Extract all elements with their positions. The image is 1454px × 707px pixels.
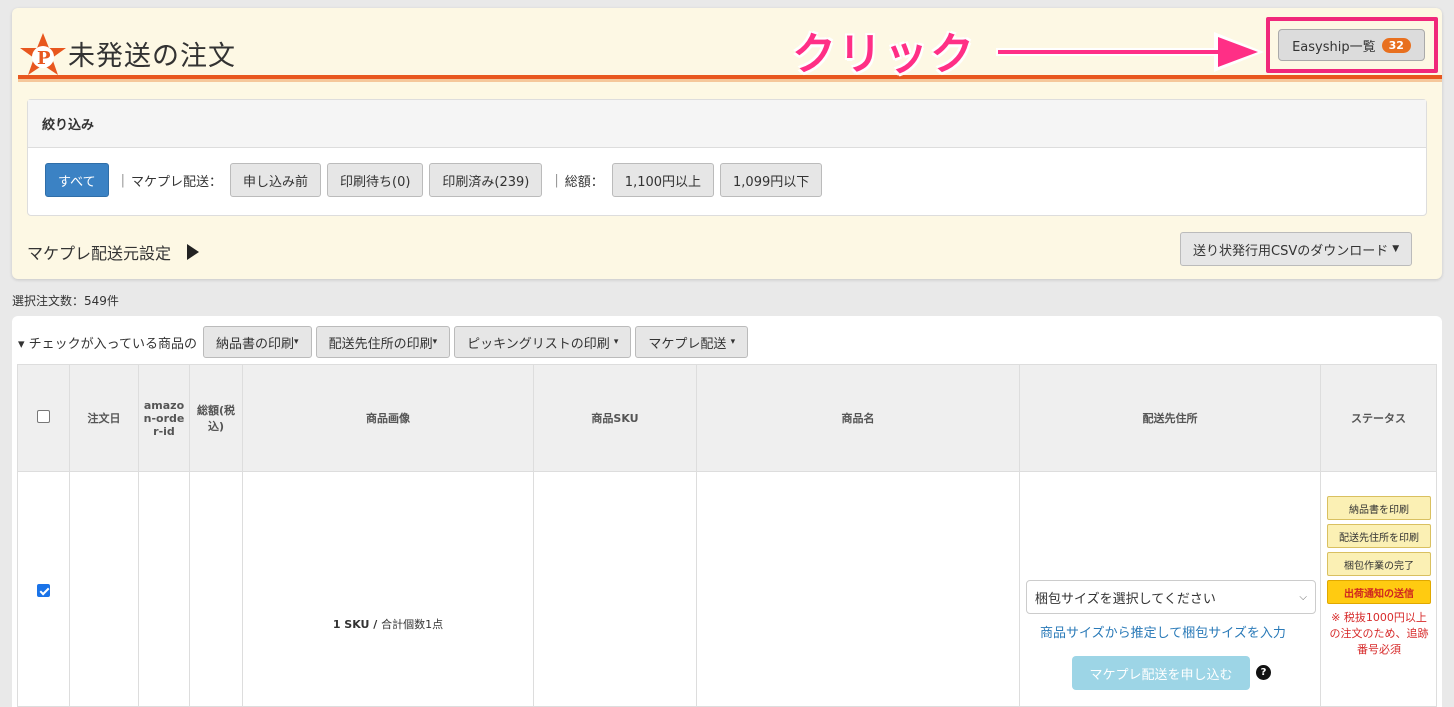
select-all-cell [17, 364, 70, 472]
table-header-row: 注文日 amazon-order-id 総額(税込) 商品画像 商品SKU 商品… [17, 364, 1437, 472]
page-title: 未発送の注文 [68, 41, 236, 72]
easyship-highlight-frame: Easyship一覧 32 [1266, 17, 1438, 73]
product-image-cell: 1 SKU / 合計個数1点 [242, 471, 534, 707]
makepre-origin-label: マケプレ配送元設定 [27, 244, 172, 263]
total-filter-label: 総額： [564, 174, 604, 190]
filter-all-button[interactable]: すべて [45, 163, 109, 197]
filter-before-apply-button[interactable]: 申し込み前 [229, 163, 321, 197]
help-icon[interactable]: ? [1256, 665, 1271, 680]
print-address-button[interactable]: 配送先住所を印刷 [1327, 524, 1431, 548]
print-address-dropdown[interactable]: 配送先住所の印刷 ▾ [315, 326, 451, 358]
filter-row: すべて | マケプレ配送： 申し込み前 印刷待ち(0) 印刷済み(239) | … [45, 163, 823, 197]
product-sku-cell [533, 471, 697, 707]
click-callout: クリック [792, 29, 976, 80]
print-picking-list-dropdown[interactable]: ピッキングリストの印刷 ▾ [454, 326, 632, 358]
header-product-image: 商品画像 [242, 364, 534, 472]
shipping-address-cell: 梱包サイズを選択してください ⌵ 商品サイズから推定して梱包サイズを入力 マケプ… [1019, 471, 1321, 707]
title-underline-light [18, 79, 1442, 82]
caret-down-icon: ▼ [1392, 244, 1400, 254]
header-shipping-address: 配送先住所 [1019, 364, 1321, 472]
select-all-checkbox[interactable] [37, 410, 50, 423]
orders-table-panel: ▾ チェックが入っている商品の 納品書の印刷 ▾ 配送先住所の印刷 ▾ ピッキングリ… [12, 316, 1442, 707]
packing-complete-button[interactable]: 梱包作業の完了 [1327, 552, 1431, 576]
arrow-right-icon [996, 32, 1264, 72]
makepre-origin-setting[interactable]: マケプレ配送元設定 [27, 240, 200, 264]
estimate-package-size-link[interactable]: 商品サイズから推定して梱包サイズを入力 [1040, 622, 1286, 641]
caret-down-icon: ▾ [294, 337, 299, 347]
order-date-cell [69, 471, 139, 707]
row-checkbox[interactable] [37, 584, 50, 597]
filter-separator: | [120, 172, 125, 188]
bulk-action-label: ▾ チェックが入っている商品の [18, 336, 198, 352]
send-ship-notice-button[interactable]: 出荷通知の送信 [1327, 580, 1431, 604]
print-invoice-dropdown[interactable]: 納品書の印刷 ▾ [203, 326, 312, 358]
table-row: 1 SKU / 合計個数1点 梱包サイズを選択してください ⌵ 商品サイズから推… [17, 471, 1437, 707]
caret-down-icon: ▾ [730, 337, 736, 347]
print-invoice-button[interactable]: 納品書を印刷 [1327, 496, 1431, 520]
csv-download-label: 送り状発行用CSVのダウンロード [1193, 243, 1389, 259]
easyship-list-label: Easyship一覧 [1292, 39, 1376, 55]
selected-order-count: 選択注文数：549件 [12, 294, 119, 308]
orders-table: 注文日 amazon-order-id 総額(税込) 商品画像 商品SKU 商品… [17, 364, 1437, 707]
filter-under-1099-button[interactable]: 1,099円以下 [720, 163, 823, 197]
makepre-filter-label: マケプレ配送： [130, 174, 222, 190]
apply-makepre-button[interactable]: マケプレ配送を申し込む [1072, 656, 1250, 690]
header-total[interactable]: 総額(税込) [189, 364, 243, 472]
makepre-shipping-dropdown[interactable]: マケプレ配送 ▾ [635, 326, 749, 358]
status-cell: 納品書を印刷 配送先住所を印刷 梱包作業の完了 出荷通知の送信 ※ 税抜1000… [1320, 471, 1437, 707]
chevron-down-icon: ⌵ [1299, 591, 1307, 603]
filter-over-1100-button[interactable]: 1,100円以上 [611, 163, 715, 197]
header-status: ステータス [1320, 364, 1437, 472]
expand-triangle-icon [187, 244, 200, 260]
header-order-date[interactable]: 注文日 [69, 364, 139, 472]
row-select-cell [17, 471, 70, 707]
package-size-placeholder: 梱包サイズを選択してください [1035, 591, 1216, 607]
filter-separator: | [554, 172, 559, 188]
easyship-list-button[interactable]: Easyship一覧 32 [1278, 29, 1425, 61]
header-amazon-order-id[interactable]: amazon-order-id [138, 364, 190, 472]
tracking-required-note: ※ 税抜1000円以上の注文のため、追跡番号必須 [1329, 611, 1429, 656]
filter-printed-button[interactable]: 印刷済み(239) [429, 163, 543, 197]
total-cell [189, 471, 243, 707]
bulk-action-row: ▾ チェックが入っている商品の 納品書の印刷 ▾ 配送先住所の印刷 ▾ ピッキングリ… [18, 326, 749, 358]
svg-text:P: P [37, 48, 51, 69]
order-id-cell [138, 471, 190, 707]
package-size-select[interactable]: 梱包サイズを選択してください ⌵ [1026, 580, 1316, 614]
sku-summary: 1 SKU / 合計個数1点 [332, 618, 444, 631]
filter-panel: 絞り込み すべて | マケプレ配送： 申し込み前 印刷待ち(0) 印刷済み(23… [27, 99, 1427, 216]
caret-down-icon: ▾ [613, 337, 619, 347]
status-actions: 納品書を印刷 配送先住所を印刷 梱包作業の完了 出荷通知の送信 ※ 税抜1000… [1327, 496, 1431, 658]
csv-download-button[interactable]: 送り状発行用CSVのダウンロード ▼ [1180, 232, 1413, 266]
header-product-sku[interactable]: 商品SKU [533, 364, 697, 472]
logo-star-icon: P [20, 33, 66, 75]
filter-heading: 絞り込み [28, 100, 1426, 148]
product-name-cell [696, 471, 1020, 707]
header-product-name[interactable]: 商品名 [696, 364, 1020, 472]
easyship-count-badge: 32 [1381, 37, 1411, 53]
caret-down-icon: ▾ [432, 337, 438, 347]
orders-header-panel: P 未発送の注文 クリック Easyship一覧 32 絞り込み すべて | マ… [12, 8, 1442, 279]
filter-print-waiting-button[interactable]: 印刷待ち(0) [327, 163, 424, 197]
